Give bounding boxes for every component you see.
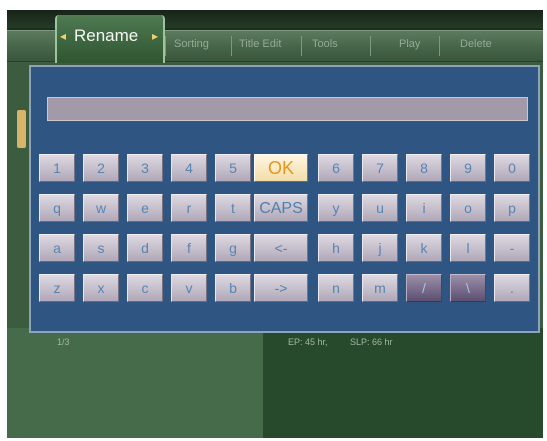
key-1-10[interactable]: p — [494, 194, 530, 222]
rename-input-field[interactable] — [47, 97, 528, 121]
key-2-1[interactable]: s — [83, 234, 119, 262]
key-3-8[interactable]: / — [406, 274, 442, 302]
dvd-recorder-screen: Sorting Title Edit Tools Play Delete ◂ R… — [7, 10, 543, 438]
key-0-8[interactable]: 8 — [406, 154, 442, 182]
tab-separator — [301, 36, 302, 56]
key-0-1[interactable]: 2 — [83, 154, 119, 182]
page-indicator: 1/3 — [57, 337, 70, 347]
key-1-2[interactable]: e — [127, 194, 163, 222]
tab-left-bracket-icon: ◂ — [60, 29, 67, 43]
key-3-10[interactable]: . — [494, 274, 530, 302]
rename-keyboard-dialog: 1 2 3 4 5 OK 6 7 8 9 0 q w e r t CAPS y u i o p a s d f g <- h j k l - z x… — [29, 65, 540, 333]
key-0-6[interactable]: 6 — [318, 154, 354, 182]
key-3-7[interactable]: m — [362, 274, 398, 302]
tab-separator — [165, 36, 166, 56]
key-1-7[interactable]: u — [362, 194, 398, 222]
tab-right-bracket-icon: ▸ — [152, 29, 159, 43]
key-3-5[interactable]: -> — [254, 274, 308, 302]
selection-marker — [17, 110, 26, 148]
key-1-5[interactable]: CAPS — [254, 194, 308, 222]
key-2-2[interactable]: d — [127, 234, 163, 262]
key-2-6[interactable]: h — [318, 234, 354, 262]
key-1-9[interactable]: o — [450, 194, 486, 222]
tab-rename[interactable]: ◂ Rename ▸ — [55, 15, 165, 63]
key-0-7[interactable]: 7 — [362, 154, 398, 182]
key-2-8[interactable]: k — [406, 234, 442, 262]
key-3-3[interactable]: v — [171, 274, 207, 302]
tab-separator — [370, 36, 371, 56]
key-1-0[interactable]: q — [39, 194, 75, 222]
key-1-4[interactable]: t — [215, 194, 251, 222]
tab-delete[interactable]: Delete — [460, 38, 492, 50]
key-2-4[interactable]: g — [215, 234, 251, 262]
key-0-10[interactable]: 0 — [494, 154, 530, 182]
key-2-10[interactable]: - — [494, 234, 530, 262]
key-0-2[interactable]: 3 — [127, 154, 163, 182]
key-3-4[interactable]: b — [215, 274, 251, 302]
key-3-9[interactable]: \ — [450, 274, 486, 302]
key-0-0[interactable]: 1 — [39, 154, 75, 182]
tab-title-edit[interactable]: Title Edit — [239, 38, 281, 50]
key-1-1[interactable]: w — [83, 194, 119, 222]
key-0-3[interactable]: 4 — [171, 154, 207, 182]
key-0-4[interactable]: 5 — [215, 154, 251, 182]
key-2-7[interactable]: j — [362, 234, 398, 262]
tab-rename-label: Rename — [74, 26, 139, 45]
ep-time-remaining: EP: 45 hr, — [288, 337, 328, 347]
key-2-9[interactable]: l — [450, 234, 486, 262]
key-1-8[interactable]: i — [406, 194, 442, 222]
key-3-6[interactable]: n — [318, 274, 354, 302]
tab-separator — [231, 36, 232, 56]
tab-play[interactable]: Play — [399, 38, 420, 50]
tab-sorting[interactable]: Sorting — [174, 38, 209, 50]
lower-left-panel — [7, 328, 263, 438]
key-3-0[interactable]: z — [39, 274, 75, 302]
key-1-6[interactable]: y — [318, 194, 354, 222]
slp-time-remaining: SLP: 66 hr — [350, 337, 393, 347]
tab-separator — [439, 36, 440, 56]
key-1-3[interactable]: r — [171, 194, 207, 222]
key-3-2[interactable]: c — [127, 274, 163, 302]
key-0-5[interactable]: OK — [254, 154, 308, 182]
key-0-9[interactable]: 9 — [450, 154, 486, 182]
tab-tools[interactable]: Tools — [312, 38, 338, 50]
key-2-0[interactable]: a — [39, 234, 75, 262]
key-3-1[interactable]: x — [83, 274, 119, 302]
key-2-5[interactable]: <- — [254, 234, 308, 262]
key-2-3[interactable]: f — [171, 234, 207, 262]
